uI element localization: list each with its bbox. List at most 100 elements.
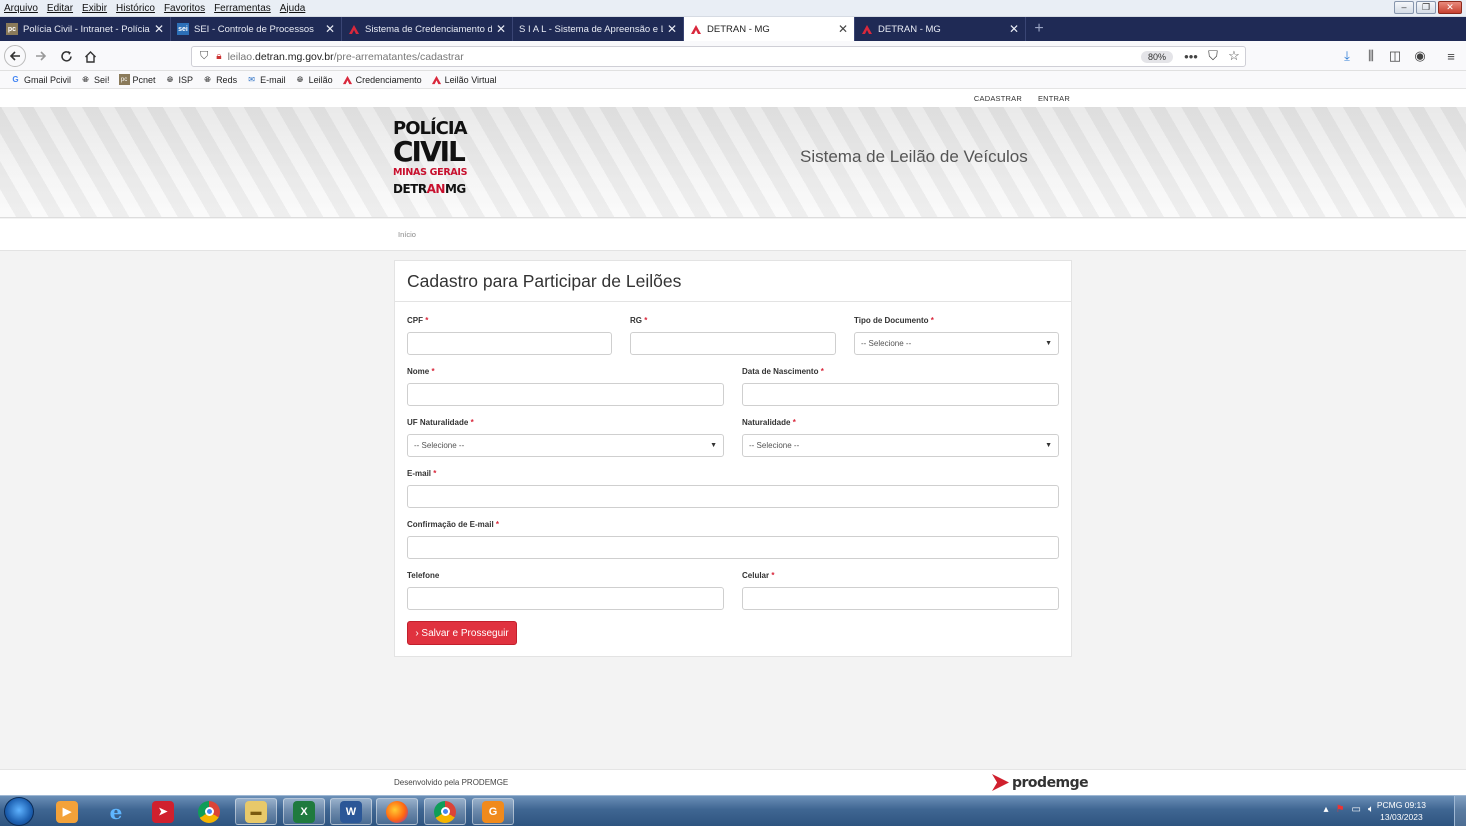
confirmacao-email-input[interactable] (407, 536, 1059, 559)
naturalidade-select[interactable]: -- Selecione -- ▼ (742, 434, 1059, 457)
header-banner: POLÍCIA CIVIL MINAS GERAIS DETRANMG Sist… (0, 107, 1466, 218)
taskbar-pdf-app[interactable]: ➤ (142, 798, 184, 825)
menu-exibir[interactable]: Exibir (82, 3, 107, 14)
uf-naturalidade-select[interactable]: -- Selecione -- ▼ (407, 434, 724, 457)
breadcrumb-inicio[interactable]: Início (398, 230, 416, 239)
bookmark-label: Pcnet (132, 74, 156, 85)
bookmark-email[interactable]: ✉ E-mail (246, 74, 285, 85)
bookmark-leilao-virtual[interactable]: Leilão Virtual (431, 74, 497, 85)
restore-button[interactable]: ❐ (1416, 1, 1436, 14)
taskbar-word[interactable]: W (330, 798, 372, 825)
taskbar-excel[interactable]: X (283, 798, 325, 825)
close-tab-icon[interactable]: ✕ (325, 22, 335, 36)
taskbar-pdf-creator[interactable]: G (472, 798, 514, 825)
taskbar-media-player[interactable]: ▶ (46, 798, 88, 825)
tab-sei[interactable]: sei SEI - Controle de Processos ✕ (171, 17, 342, 41)
windows-taskbar: ▶ e ➤ ▬ X W G ▴ ⚑ ▭ 🔈︎ PCMG 09:13 13/03/… (0, 795, 1466, 826)
bookmark-label: Reds (216, 74, 238, 85)
tab-label: Polícia Civil - Intranet - Polícia (23, 23, 150, 35)
reload-icon (60, 50, 72, 62)
library-icon[interactable]: ⫼ (1363, 48, 1379, 64)
bookmark-star-icon[interactable]: ☆ (1226, 48, 1242, 64)
taskbar-chrome[interactable] (188, 798, 230, 825)
celular-label: Celular * (742, 571, 775, 580)
start-button[interactable] (4, 797, 34, 826)
menu-ferramentas[interactable]: Ferramentas (214, 3, 271, 14)
more-actions-icon[interactable]: ••• (1183, 48, 1199, 64)
pocket-icon[interactable]: ⛉ (1205, 48, 1221, 64)
tab-detran[interactable]: DETRAN - MG ✕ (855, 17, 1026, 41)
bookmark-leilao[interactable]: 🌐︎ Leilão (295, 74, 333, 85)
sei-icon: sei (177, 23, 189, 35)
close-tab-icon[interactable]: ✕ (667, 22, 677, 36)
home-button[interactable] (80, 47, 100, 65)
rg-input[interactable] (630, 332, 836, 355)
tab-label: DETRAN - MG (707, 23, 770, 35)
close-window-button[interactable]: ✕ (1438, 1, 1462, 14)
menu-ajuda[interactable]: Ajuda (280, 3, 306, 14)
action-center-flag-icon[interactable]: ⚑ (1336, 804, 1345, 815)
close-tab-icon[interactable]: ✕ (496, 22, 506, 36)
menu-historico[interactable]: Histórico (116, 3, 155, 14)
tab-detran-active[interactable]: DETRAN - MG ✕ (684, 17, 855, 41)
cadastrar-link[interactable]: CADASTRAR (974, 94, 1022, 103)
bookmark-pcnet[interactable]: pc Pcnet (118, 74, 156, 85)
bookmark-label: Sei! (94, 74, 110, 85)
tab-policia-civil[interactable]: pc Polícia Civil - Intranet - Polícia ✕ (0, 17, 171, 41)
sidebar-icon[interactable]: ◫ (1387, 48, 1403, 64)
nome-input[interactable] (407, 383, 724, 406)
footer-credit: Desenvolvido pela PRODEMGE (394, 778, 509, 787)
close-tab-icon[interactable]: ✕ (838, 22, 848, 36)
bookmark-sei[interactable]: 🌐︎ Sei! (80, 74, 110, 85)
system-clock[interactable]: PCMG 09:13 13/03/2023 (1377, 799, 1426, 823)
bookmark-isp[interactable]: 🌐︎ ISP (165, 74, 193, 85)
bookmark-credenciamento[interactable]: Credenciamento (342, 74, 422, 85)
bookmark-label: Credenciamento (355, 74, 422, 85)
zoom-level[interactable]: 80% (1140, 50, 1173, 63)
dropdown-arrow-icon: ▼ (710, 442, 717, 449)
close-tab-icon[interactable]: ✕ (1009, 22, 1019, 36)
show-desktop-button[interactable] (1454, 796, 1466, 826)
forward-button[interactable] (31, 47, 51, 65)
tab-sial[interactable]: S I A L - Sistema de Apreensão e Le ✕ (513, 17, 684, 41)
prodemge-logo[interactable]: prodemge (992, 774, 1089, 791)
taskbar-firefox[interactable] (376, 798, 418, 825)
reload-button[interactable] (56, 47, 76, 65)
google-icon: G (12, 75, 19, 84)
email-input[interactable] (407, 485, 1059, 508)
bookmark-reds[interactable]: 🌐︎ Reds (202, 74, 237, 85)
celular-input[interactable] (742, 587, 1059, 610)
back-button[interactable] (4, 45, 26, 67)
shield-icon[interactable]: ⛉ (200, 50, 208, 63)
network-icon[interactable]: ▭ (1352, 804, 1361, 815)
entrar-link[interactable]: ENTRAR (1038, 94, 1070, 103)
breadcrumb: Início (0, 219, 1466, 251)
menu-favoritos[interactable]: Favoritos (164, 3, 205, 14)
policia-civil-logo[interactable]: POLÍCIA CIVIL MINAS GERAIS DETRANMG (393, 119, 483, 211)
bookmark-gmail[interactable]: G Gmail Pcivil (10, 74, 71, 85)
tipo-documento-select[interactable]: -- Selecione -- ▼ (854, 332, 1059, 355)
tray-expand-icon[interactable]: ▴ (1324, 804, 1329, 815)
download-icon[interactable]: ⤓ (1339, 48, 1355, 64)
account-icon[interactable]: ◉ (1412, 48, 1428, 64)
minimize-button[interactable]: – (1394, 1, 1414, 14)
close-tab-icon[interactable]: ✕ (154, 22, 164, 36)
taskbar-file-explorer[interactable]: ▬ (235, 798, 277, 825)
save-and-continue-button[interactable]: › Salvar e Prosseguir (407, 621, 517, 645)
menu-arquivo[interactable]: Arquivo (4, 3, 38, 14)
taskbar-chrome-2[interactable] (424, 798, 466, 825)
data-nascimento-input[interactable] (742, 383, 1059, 406)
taskbar-internet-explorer[interactable]: e (95, 798, 137, 825)
menu-editar[interactable]: Editar (47, 3, 73, 14)
tab-credenciamento[interactable]: Sistema de Credenciamento de ✕ (342, 17, 513, 41)
menu-icon[interactable]: ≡ (1443, 48, 1459, 64)
telefone-input[interactable] (407, 587, 724, 610)
email-label: E-mail * (407, 469, 437, 478)
back-arrow-icon (9, 51, 20, 61)
volume-icon[interactable]: 🔈︎ (1368, 804, 1374, 815)
globe-icon: 🌐︎ (204, 74, 211, 84)
new-tab-button[interactable]: + (1026, 17, 1052, 41)
insecure-lock-icon[interactable]: 🔒︎ (216, 51, 221, 62)
cpf-input[interactable] (407, 332, 612, 355)
url-bar[interactable]: ⛉ 🔒︎ leilao. detran.mg.gov.br /pre-arrem… (191, 46, 1246, 67)
